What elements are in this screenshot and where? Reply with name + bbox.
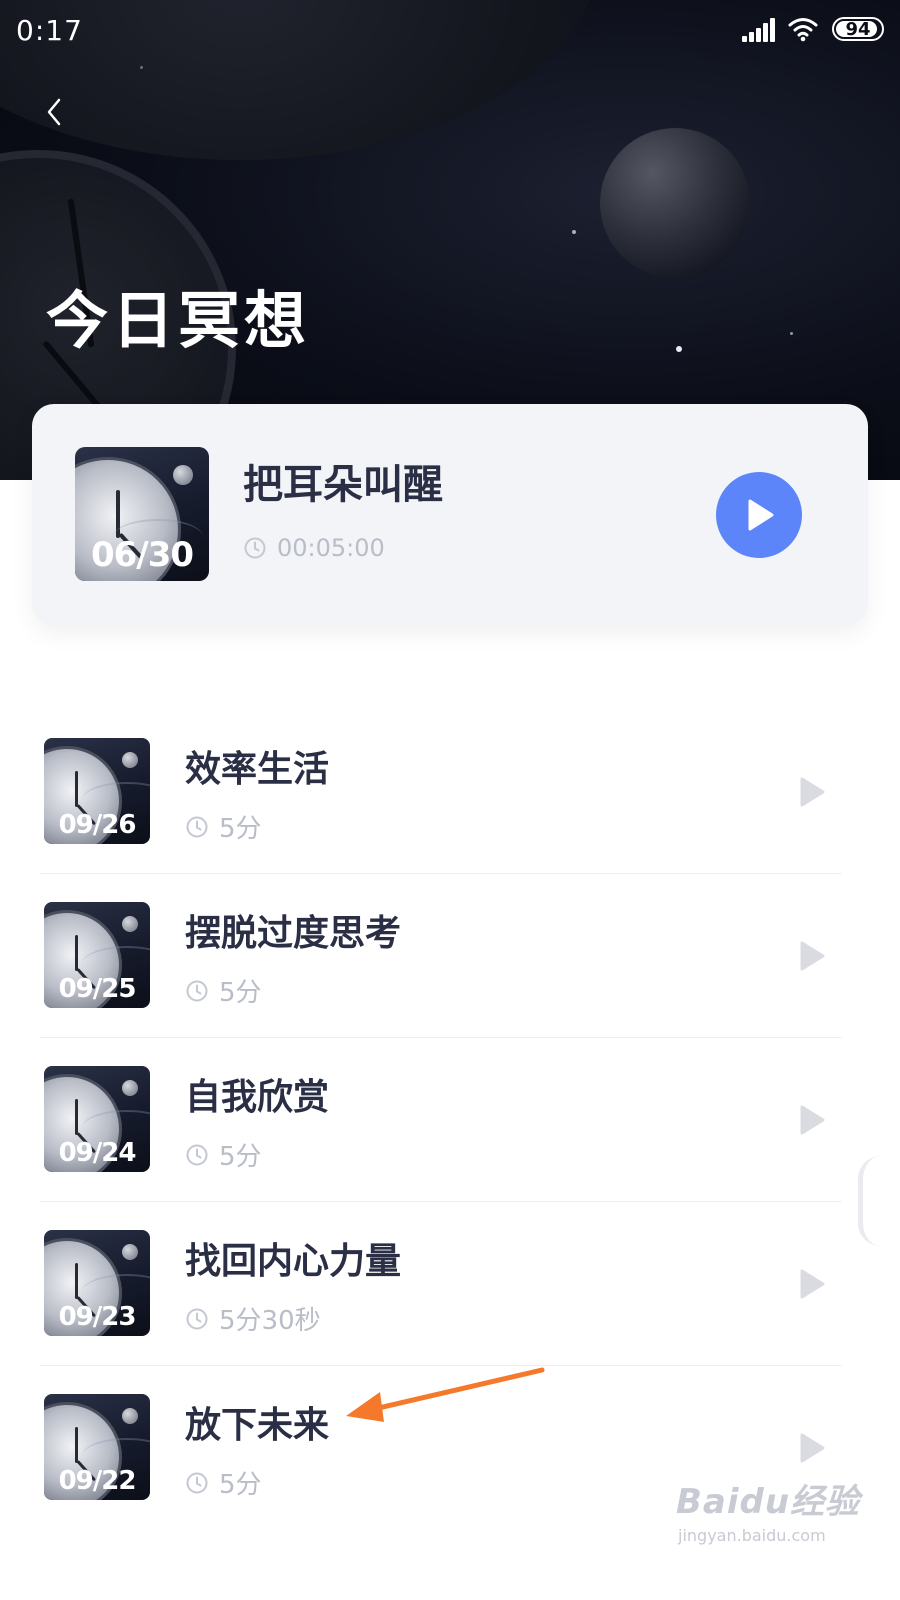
baidu-watermark: Baidu经验 jingyan.baidu.com <box>676 1474 876 1564</box>
watermark-brand: Baidu经验 <box>676 1482 861 1522</box>
item-duration: 5分 <box>185 808 262 845</box>
play-icon[interactable] <box>798 1268 826 1300</box>
play-icon[interactable] <box>798 1432 826 1464</box>
clock-icon <box>186 1472 208 1493</box>
signal-icon <box>742 18 776 42</box>
battery-icon: 94 <box>832 17 884 41</box>
featured-title: 把耳朵叫醒 <box>243 462 443 508</box>
item-thumbnail: 09/23 <box>44 1230 150 1336</box>
thumbnail-date: 09/25 <box>58 974 137 1004</box>
list-item[interactable]: 09/26 效率生活 5分 <box>0 710 900 874</box>
thumb-hand <box>75 1099 78 1135</box>
item-duration-text: 5分 <box>219 1470 262 1500</box>
star <box>676 346 682 352</box>
moon-icon <box>122 1244 138 1260</box>
annotation-arrow <box>346 1367 545 1422</box>
item-title: 找回内心力量 <box>185 1241 402 1282</box>
back-button[interactable] <box>36 92 72 132</box>
item-duration-text: 5分 <box>219 814 262 844</box>
page-title: 今日冥想 <box>46 284 311 357</box>
item-thumbnail: 09/24 <box>44 1066 150 1172</box>
play-icon[interactable] <box>798 776 826 808</box>
status-time: 0:17 <box>16 14 83 47</box>
thumbnail-date: 09/22 <box>58 1466 137 1496</box>
item-title: 放下未来 <box>185 1405 330 1446</box>
list-item[interactable]: 09/24 自我欣赏 5分 <box>0 1038 900 1202</box>
back-icon <box>47 98 61 126</box>
item-duration-text: 5分 <box>219 978 262 1008</box>
item-thumbnail: 09/22 <box>44 1394 150 1500</box>
moon-icon <box>122 752 138 768</box>
item-duration: 5分 <box>185 1464 262 1501</box>
item-duration: 5分 <box>185 972 262 1009</box>
side-scroll-handle[interactable] <box>858 1156 881 1246</box>
watermark-url: jingyan.baidu.com <box>678 1526 826 1545</box>
featured-duration: 00:05:00 <box>243 534 385 562</box>
thumb-hand <box>75 771 78 807</box>
moon-icon <box>122 916 138 932</box>
thumbnail-date: 09/24 <box>58 1138 137 1168</box>
clock-icon <box>186 816 208 837</box>
moon-icon <box>122 1408 138 1424</box>
play-icon <box>748 499 774 531</box>
wifi-icon <box>788 18 818 42</box>
item-duration-text: 5分 <box>219 1142 262 1172</box>
list-item[interactable]: 09/25 摆脱过度思考 5分 <box>0 874 900 1038</box>
item-thumbnail: 09/25 <box>44 902 150 1008</box>
planet-illustration <box>600 128 750 278</box>
clock-icon <box>186 980 208 1001</box>
item-duration: 5分30秒 <box>185 1300 321 1337</box>
star <box>790 332 793 335</box>
star <box>572 230 576 234</box>
moon-icon <box>122 1080 138 1096</box>
list-item[interactable]: 09/23 找回内心力量 5分30秒 <box>0 1202 900 1366</box>
featured-duration-text: 00:05:00 <box>277 534 385 562</box>
battery-text: 94 <box>845 18 871 40</box>
thumb-hand <box>75 1263 78 1299</box>
thumbnail-date: 06/30 <box>90 535 194 575</box>
item-duration-text: 5分30秒 <box>219 1306 321 1336</box>
play-icon[interactable] <box>798 940 826 972</box>
thumbnail-date: 09/26 <box>58 810 137 840</box>
moon-icon <box>173 465 193 485</box>
item-title: 摆脱过度思考 <box>185 913 402 954</box>
item-title: 自我欣赏 <box>185 1077 330 1118</box>
star <box>140 66 143 69</box>
clock-icon <box>244 537 266 559</box>
thumb-hand <box>75 1427 78 1463</box>
play-icon[interactable] <box>798 1104 826 1136</box>
featured-thumbnail: 06/30 <box>75 447 209 581</box>
item-duration: 5分 <box>185 1136 262 1173</box>
featured-play-button[interactable] <box>716 472 802 558</box>
thumb-hand <box>75 935 78 971</box>
item-thumbnail: 09/26 <box>44 738 150 844</box>
clock-icon <box>186 1308 208 1329</box>
status-bar: 0:17 94 <box>0 0 900 62</box>
item-title: 效率生活 <box>185 749 330 790</box>
thumbnail-date: 09/23 <box>58 1302 137 1332</box>
clock-icon <box>186 1144 208 1165</box>
